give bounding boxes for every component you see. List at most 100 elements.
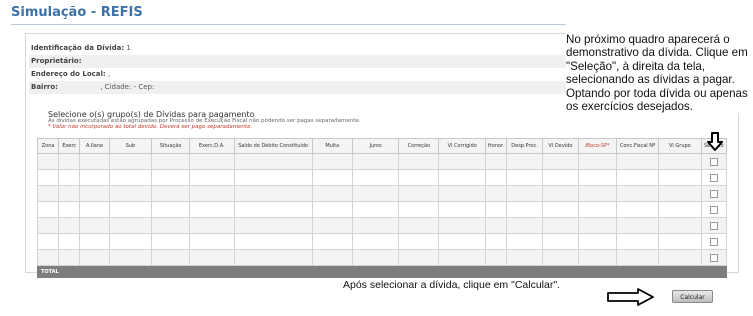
table-cell [506, 185, 544, 202]
table-cell [658, 249, 702, 266]
table-cell [398, 153, 440, 170]
table-cell [506, 249, 544, 266]
table-cell [351, 265, 400, 278]
table-cell [351, 153, 400, 170]
page-title: Simulação - REFIS [11, 5, 143, 20]
instruction-callout: No próximo quadro aparecerá o demonstrat… [566, 33, 748, 114]
table-cell [658, 169, 702, 186]
table-cell [484, 217, 508, 234]
column-header: Vl Devido [542, 138, 579, 154]
table-cell [36, 201, 60, 218]
table-cell [506, 201, 544, 218]
column-header: Situação [151, 138, 191, 154]
table-cell [542, 201, 579, 218]
table-cell [233, 233, 313, 250]
table-cell [189, 153, 235, 170]
column-header: Juros [351, 138, 400, 154]
table-cell [438, 201, 486, 218]
table-cell [189, 217, 235, 234]
table-cell [438, 217, 486, 234]
table-cell [484, 249, 508, 266]
column-header: Desp.Proc. [506, 138, 544, 154]
table-cell [615, 265, 660, 278]
table-cell [351, 169, 400, 186]
selection-cell [700, 169, 727, 186]
table-cell [58, 201, 81, 218]
info-label: Bairro: [31, 83, 58, 91]
table-cell [438, 153, 486, 170]
table-cell [542, 185, 579, 202]
table-cell [542, 153, 579, 170]
table-cell [577, 185, 617, 202]
table-cell [398, 249, 440, 266]
table-cell [233, 185, 313, 202]
column-header: Bloco-SP* [577, 138, 617, 154]
table-cell [484, 265, 508, 278]
table-cell [233, 217, 313, 234]
selection-checkbox[interactable] [709, 189, 718, 198]
table-cell [108, 233, 153, 250]
table-row [36, 169, 727, 186]
selection-checkbox[interactable] [709, 237, 718, 246]
table-cell [151, 265, 191, 278]
table-cell [438, 233, 486, 250]
table-cell [189, 201, 235, 218]
column-header: Vl Corrigido [438, 138, 486, 154]
column-header: Exerc [58, 138, 81, 154]
table-cell [79, 169, 110, 186]
selection-warning: * Valor não incorporado ao total devido.… [48, 124, 253, 130]
calculate-button[interactable]: Calcular [672, 290, 713, 303]
table-cell [36, 185, 60, 202]
table-cell [233, 249, 313, 266]
table-cell [189, 169, 235, 186]
selection-cell [700, 153, 727, 170]
table-cell [189, 265, 235, 278]
table-cell [311, 249, 353, 266]
selection-checkbox[interactable] [709, 221, 718, 230]
table-cell [36, 169, 60, 186]
column-header: Correção [398, 138, 440, 154]
selection-cell [700, 233, 727, 250]
table-cell [58, 249, 81, 266]
table-cell [351, 249, 400, 266]
table-cell [79, 233, 110, 250]
table-cell [58, 233, 81, 250]
table-cell [108, 201, 153, 218]
table-row [36, 153, 727, 170]
table-cell [484, 201, 508, 218]
table-cell [438, 265, 486, 278]
table-cell [398, 201, 440, 218]
table-cell [351, 233, 400, 250]
table-cell [79, 185, 110, 202]
info-value: 1 [126, 44, 131, 52]
selection-checkbox[interactable] [709, 253, 718, 262]
table-cell [615, 201, 660, 218]
column-header: Sub [108, 138, 153, 154]
column-header: Multa [311, 138, 353, 154]
info-row-endereco: Endereço do Local: , [29, 68, 571, 81]
table-cell [233, 169, 313, 186]
table-cell [506, 217, 544, 234]
calculate-instruction: Após selecionar a dívida, clique em "Cal… [343, 279, 560, 291]
table-cell [658, 233, 702, 250]
selection-cell [700, 201, 727, 218]
table-cell [398, 185, 440, 202]
table-row [36, 249, 727, 266]
selection-checkbox[interactable] [709, 157, 718, 166]
selection-checkbox[interactable] [709, 205, 718, 214]
table-cell [189, 233, 235, 250]
total-label: TOTAL [36, 265, 81, 278]
table-cell [542, 249, 579, 266]
table-cell [351, 217, 400, 234]
table-cell [438, 169, 486, 186]
table-cell [36, 233, 60, 250]
table-cell [189, 185, 235, 202]
table-cell [484, 169, 508, 186]
table-cell [151, 249, 191, 266]
table-cell [398, 217, 440, 234]
table-cell [577, 201, 617, 218]
table-cell [577, 169, 617, 186]
table-cell [58, 185, 81, 202]
selection-checkbox[interactable] [709, 173, 718, 182]
total-row: TOTAL [36, 265, 727, 278]
